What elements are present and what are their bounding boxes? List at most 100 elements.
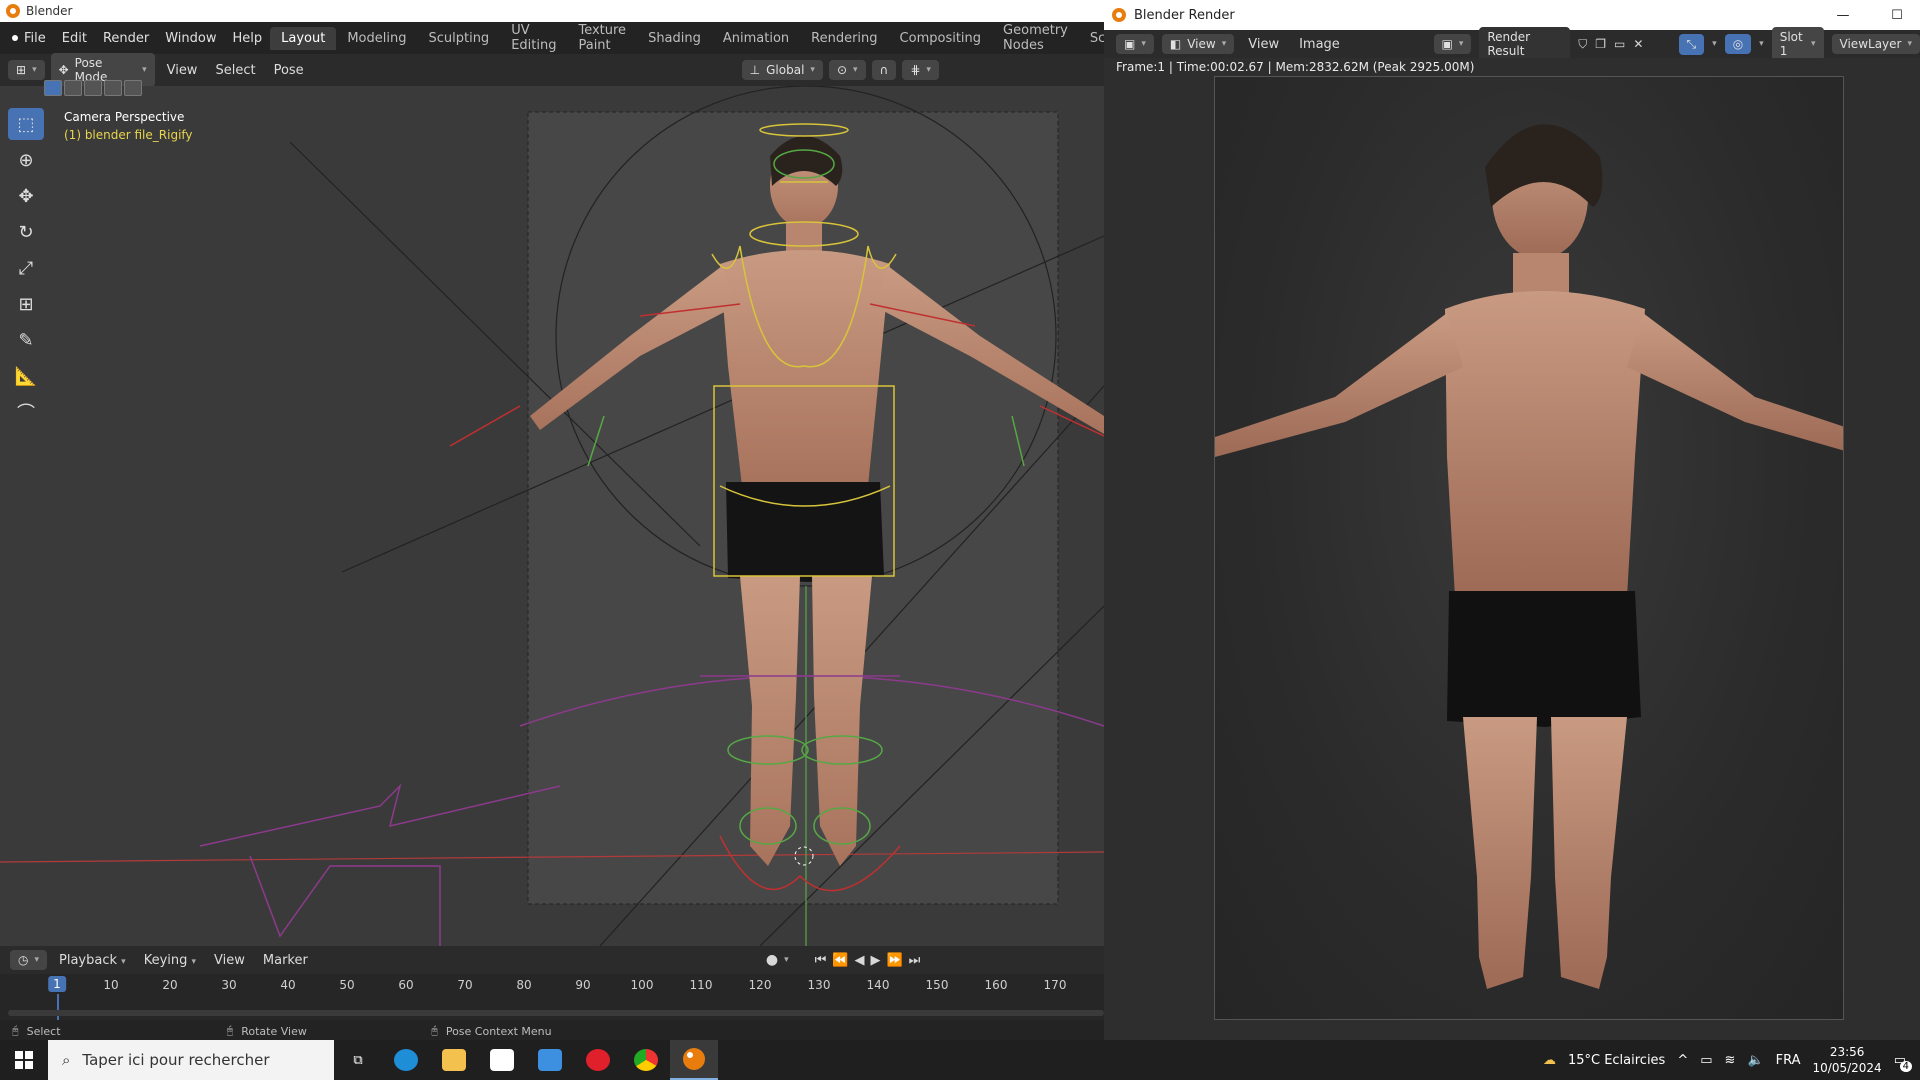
play-button[interactable]: ▶ [870, 953, 880, 968]
chevron-down-icon: ▾ [810, 65, 815, 75]
tab-animation[interactable]: Animation [712, 27, 800, 50]
menu-render[interactable]: Render [95, 31, 157, 46]
weather-icon: ☁ [1542, 1052, 1556, 1068]
pencil-icon: ✎ [18, 329, 34, 351]
chrome-app[interactable] [622, 1040, 670, 1080]
task-view-button[interactable]: ⧉ [334, 1040, 382, 1080]
tab-modeling[interactable]: Modeling [336, 27, 417, 50]
file-explorer-app[interactable] [430, 1040, 478, 1080]
tab-shading[interactable]: Shading [637, 27, 712, 50]
snap-target-dropdown[interactable]: ⋕ ▾ [902, 60, 939, 80]
chevron-down-icon[interactable]: ▾ [1712, 39, 1717, 49]
relax-pose-tool[interactable]: ⌒ [8, 396, 44, 428]
wifi-icon[interactable]: ≋ [1725, 1053, 1736, 1068]
chevron-up-icon[interactable]: ^ [1677, 1053, 1688, 1068]
tab-uv-editing[interactable]: UV Editing [500, 19, 567, 57]
open-folder-icon[interactable]: ▭ [1614, 37, 1625, 51]
clock[interactable]: 23:56 10/05/2024 [1813, 1044, 1882, 1076]
tab-compositing[interactable]: Compositing [889, 27, 993, 50]
pose-icon: ✥ [58, 63, 69, 77]
rotate-tool[interactable]: ↻ [8, 216, 44, 248]
mail-app[interactable] [526, 1040, 574, 1080]
render-result-image[interactable] [1214, 76, 1844, 1020]
view-mode-dropdown[interactable]: ◧ View ▾ [1161, 34, 1235, 54]
edge-app[interactable] [382, 1040, 430, 1080]
volume-icon[interactable]: 🔈 [1747, 1053, 1763, 1068]
menu-playback[interactable]: Playback ▾ [53, 953, 132, 968]
select-mode-subtract-button[interactable] [84, 80, 102, 96]
maximize-button[interactable]: ☐ [1874, 8, 1920, 23]
minimize-button[interactable]: — [1820, 8, 1866, 23]
crosshair-icon: ⊕ [18, 149, 34, 171]
menu-file[interactable]: File [16, 31, 54, 46]
close-icon[interactable]: ✕ [1633, 37, 1643, 51]
fake-user-icon[interactable]: ⛉ [1578, 37, 1587, 52]
menu-marker[interactable]: Marker [257, 953, 314, 968]
menu-window[interactable]: Window [157, 31, 224, 46]
chrome-icon [634, 1049, 658, 1071]
image-name-field[interactable]: Render Result [1479, 27, 1571, 61]
notifications-button[interactable]: ▭ 4 [1894, 1053, 1912, 1072]
editor-type-dropdown[interactable]: ⊞ ▾ [8, 60, 45, 80]
tab-layout[interactable]: Layout [270, 26, 337, 50]
viewport-info-overlay: Camera Perspective (1) blender file_Rigi… [64, 108, 193, 144]
record-button[interactable]: ● [766, 952, 778, 968]
menu-edit[interactable]: Edit [54, 31, 95, 46]
browse-image-dropdown[interactable]: ▣ ▾ [1433, 34, 1472, 54]
tab-texture-paint[interactable]: Texture Paint [567, 19, 637, 57]
image-editor-type-dropdown[interactable]: ▣ ▾ [1116, 34, 1154, 54]
jump-end-button[interactable]: ⏭ [909, 953, 921, 968]
select-mode-extend-button[interactable] [64, 80, 82, 96]
jump-start-button[interactable]: ⏮ [815, 953, 827, 968]
measure-tool[interactable]: 📐 [8, 360, 44, 392]
transform-tool[interactable]: ⊞ [8, 288, 44, 320]
select-mode-new-button[interactable] [44, 80, 62, 96]
tab-geometry-nodes[interactable]: Geometry Nodes [992, 19, 1079, 57]
select-box-tool[interactable]: ⬚ [8, 108, 44, 140]
opera-app[interactable] [574, 1040, 622, 1080]
menu-keying[interactable]: Keying ▾ [138, 953, 202, 968]
tab-rendering[interactable]: Rendering [800, 27, 888, 50]
select-mode-invert-button[interactable] [104, 80, 122, 96]
chevron-down-icon[interactable]: ▾ [784, 955, 789, 965]
menu-pose[interactable]: Pose [268, 63, 310, 78]
snap-toggle[interactable]: ∩ [871, 60, 897, 80]
annotate-tool[interactable]: ✎ [8, 324, 44, 356]
transform-orientation-dropdown[interactable]: ⊥ Global ▾ [741, 60, 823, 80]
blender-app[interactable] [670, 1040, 718, 1080]
timeline-scrollbar[interactable] [8, 1010, 1104, 1016]
pivot-point-dropdown[interactable]: ⊙ ▾ [828, 60, 866, 80]
menu-select[interactable]: Select [209, 63, 261, 78]
store-app[interactable] [478, 1040, 526, 1080]
overlay-toggle[interactable]: ◎ [1724, 34, 1752, 54]
3d-viewport[interactable] [0, 86, 1104, 946]
cursor-tool[interactable]: ⊕ [8, 144, 44, 176]
jump-keyframe-forward-button[interactable]: ⏩ [886, 953, 902, 968]
search-box[interactable]: ⌕ Taper ici pour rechercher [48, 1040, 334, 1080]
menu-timeline-view[interactable]: View [208, 953, 251, 968]
menu-help[interactable]: Help [225, 31, 271, 46]
menu-image-view[interactable]: View [1242, 37, 1285, 52]
menu-image[interactable]: Image [1293, 37, 1346, 52]
device-icon[interactable]: ▭ [1700, 1053, 1712, 1068]
language-indicator[interactable]: FRA [1776, 1053, 1801, 1068]
view-layer-dropdown[interactable]: ViewLayer ▾ [1831, 34, 1920, 54]
gizmo-toggle[interactable]: ⤡ [1678, 33, 1705, 55]
scale-tool[interactable]: ⤢ [8, 252, 44, 284]
select-mode-intersect-button[interactable] [124, 80, 142, 96]
play-reverse-button[interactable]: ◀ [854, 953, 864, 968]
search-icon: ⌕ [62, 1051, 71, 1069]
chevron-down-icon[interactable]: ▾ [1759, 39, 1764, 49]
duplicate-image-icon[interactable]: ❐ [1595, 37, 1606, 51]
frame-tick: 110 [689, 978, 713, 992]
slot-dropdown[interactable]: Slot 1 ▾ [1771, 27, 1824, 61]
menu-view[interactable]: View [161, 63, 204, 78]
current-frame-indicator[interactable]: 1 [48, 976, 66, 992]
move-tool[interactable]: ✥ [8, 180, 44, 212]
tab-sculpting[interactable]: Sculpting [417, 27, 500, 50]
start-button[interactable] [0, 1040, 48, 1080]
jump-keyframe-back-button[interactable]: ⏪ [832, 953, 848, 968]
weather-text[interactable]: 15°C Eclaircies [1568, 1053, 1665, 1068]
timeline-editor-type-dropdown[interactable]: ◷ ▾ [10, 950, 48, 970]
render-window-title-bar: Blender Render — ☐ [1104, 0, 1920, 30]
